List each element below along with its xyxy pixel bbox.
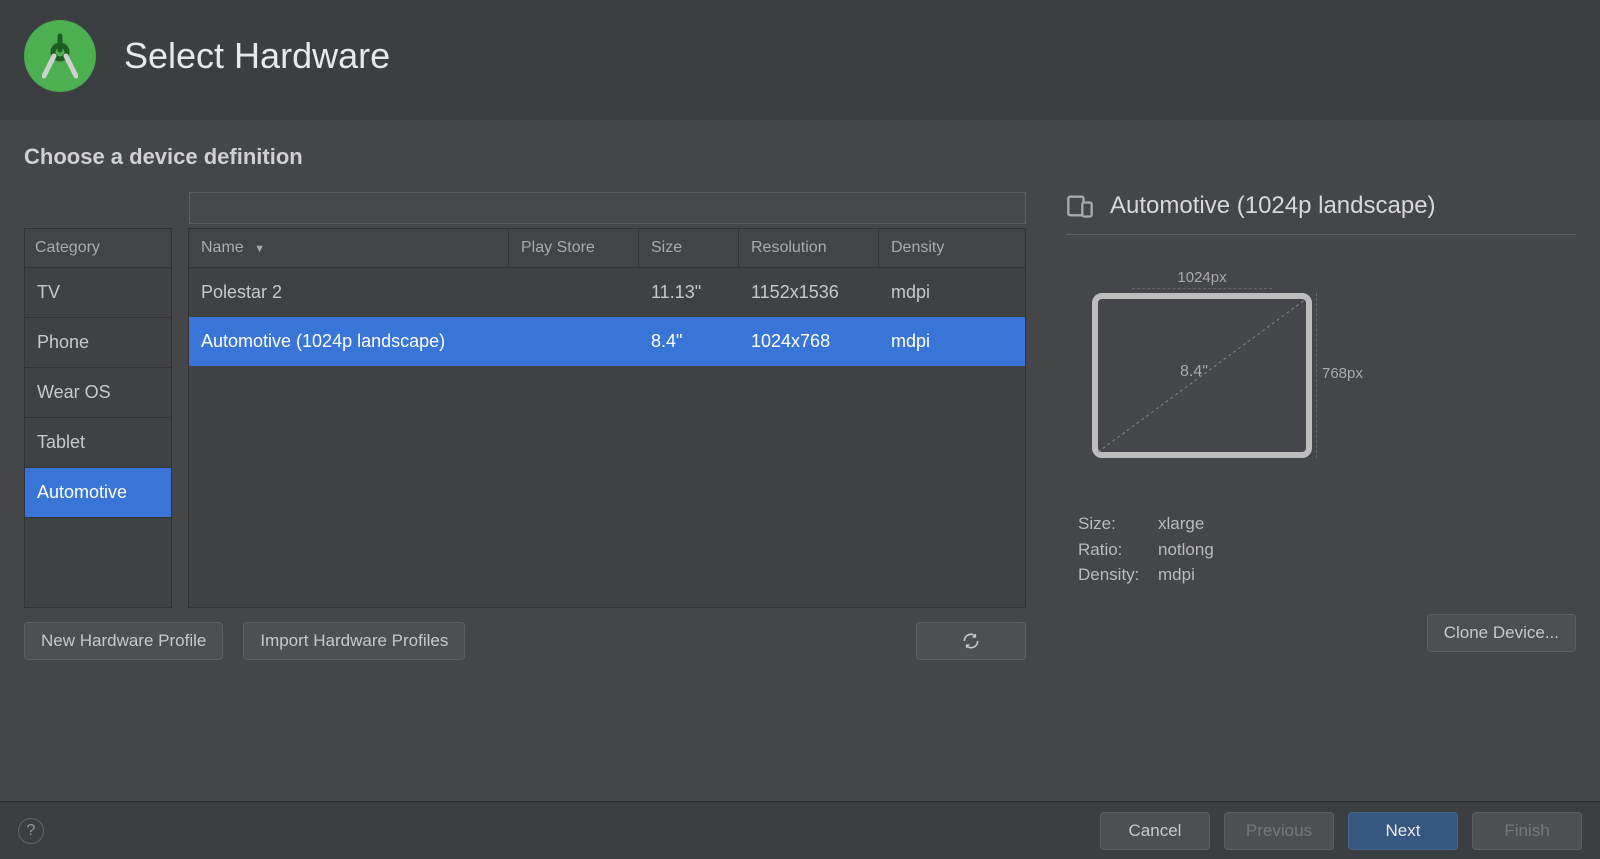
finish-button[interactable]: Finish <box>1472 812 1582 850</box>
column-size[interactable]: Size <box>639 229 739 268</box>
cell-size: 8.4" <box>639 317 739 366</box>
cell-name: Automotive (1024p landscape) <box>189 317 509 366</box>
table-row[interactable]: Automotive (1024p landscape) 8.4" 1024x7… <box>189 317 1025 366</box>
cell-den: mdpi <box>879 268 1025 317</box>
column-name[interactable]: Name ▼ <box>189 229 509 268</box>
spec-ratio-value: notlong <box>1158 537 1214 563</box>
refresh-button[interactable] <box>916 622 1026 660</box>
category-item-tablet[interactable]: Tablet <box>25 418 171 468</box>
device-specs: Size: xlarge Ratio: notlong Density: mdp… <box>1078 511 1576 588</box>
cell-play <box>509 268 639 317</box>
clone-device-button[interactable]: Clone Device... <box>1427 614 1576 652</box>
devices-icon <box>1066 192 1094 220</box>
category-item-automotive[interactable]: Automotive <box>25 468 171 518</box>
device-diagonal-label: 8.4" <box>1180 363 1208 381</box>
category-item-tv[interactable]: TV <box>25 268 171 318</box>
spec-size-label: Size: <box>1078 511 1158 537</box>
section-subtitle: Choose a device definition <box>24 144 1576 170</box>
category-list: Category TV Phone Wear OS Tablet Automot… <box>24 228 172 608</box>
new-hardware-profile-button[interactable]: New Hardware Profile <box>24 622 223 660</box>
category-item-phone[interactable]: Phone <box>25 318 171 368</box>
spec-ratio-label: Ratio: <box>1078 537 1158 563</box>
table-row[interactable]: Polestar 2 11.13" 1152x1536 mdpi <box>189 268 1025 317</box>
cell-name: Polestar 2 <box>189 268 509 317</box>
category-item-wear-os[interactable]: Wear OS <box>25 368 171 418</box>
column-name-label: Name <box>201 239 244 256</box>
next-button[interactable]: Next <box>1348 812 1458 850</box>
spec-density-label: Density: <box>1078 562 1158 588</box>
column-density[interactable]: Density <box>879 229 1025 268</box>
cell-size: 11.13" <box>639 268 739 317</box>
refresh-icon <box>961 631 981 651</box>
column-resolution[interactable]: Resolution <box>739 229 879 268</box>
dialog-footer: ? Cancel Previous Next Finish <box>0 801 1600 859</box>
content-area: Choose a device definition Category TV P <box>0 120 1600 801</box>
cell-den: mdpi <box>879 317 1025 366</box>
device-preview-panel: Automotive (1024p landscape) 1024px 8.4"… <box>1066 192 1576 801</box>
android-studio-logo <box>24 20 96 92</box>
cell-play <box>509 317 639 366</box>
dialog-title: Select Hardware <box>124 35 390 77</box>
device-screen-figure: 1024px 8.4" 768px <box>1092 275 1372 485</box>
device-search-input[interactable] <box>189 192 1026 224</box>
import-hardware-profiles-button[interactable]: Import Hardware Profiles <box>243 622 465 660</box>
previous-button[interactable]: Previous <box>1224 812 1334 850</box>
preview-title: Automotive (1024p landscape) <box>1110 192 1436 220</box>
column-play-store[interactable]: Play Store <box>509 229 639 268</box>
cancel-button[interactable]: Cancel <box>1100 812 1210 850</box>
category-header: Category <box>25 229 171 268</box>
device-height-label: 768px <box>1322 365 1363 382</box>
device-table-header: Name ▼ Play Store Size Resolution Densit… <box>189 229 1025 268</box>
help-button[interactable]: ? <box>18 818 44 844</box>
android-studio-icon <box>42 32 78 80</box>
sort-descending-icon: ▼ <box>254 243 265 255</box>
spec-density-value: mdpi <box>1158 562 1195 588</box>
spec-size-value: xlarge <box>1158 511 1204 537</box>
dialog-header: Select Hardware <box>0 0 1600 120</box>
cell-res: 1024x768 <box>739 317 879 366</box>
device-width-label: 1024px <box>1132 269 1272 289</box>
cell-res: 1152x1536 <box>739 268 879 317</box>
device-table: Name ▼ Play Store Size Resolution Densit… <box>188 228 1026 608</box>
